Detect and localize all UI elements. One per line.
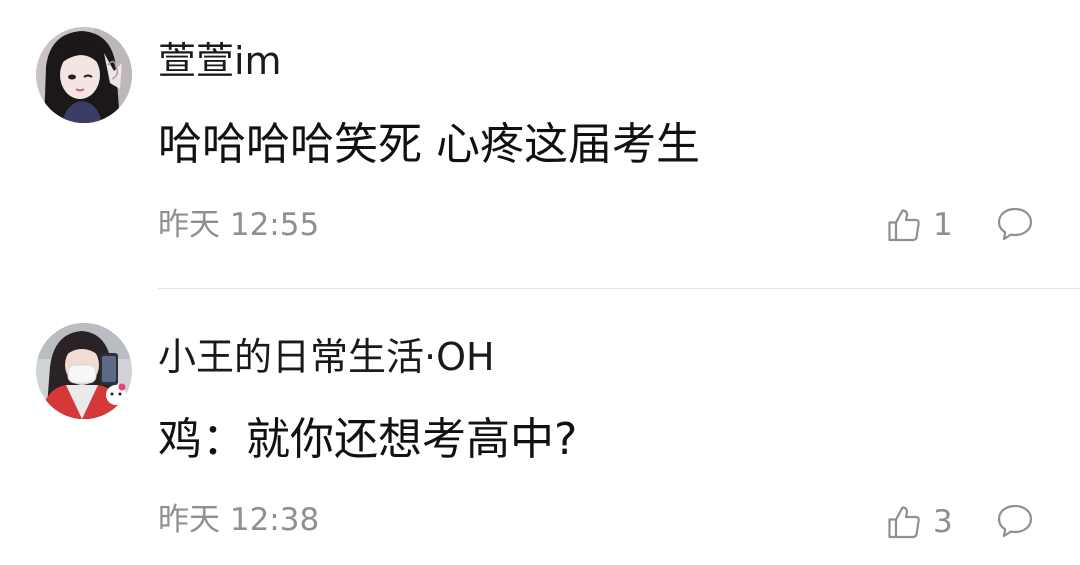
comment-timestamp: 昨天 12:55	[158, 207, 320, 243]
user-avatar[interactable]	[36, 323, 132, 419]
thumbs-up-icon	[888, 506, 920, 539]
username[interactable]: 萱萱im	[158, 38, 282, 84]
thumbs-up-icon	[888, 209, 920, 242]
username[interactable]: 小王的日常生活·OH	[158, 334, 495, 380]
comment-text: 鸡：就你还想考高中?	[158, 414, 578, 465]
comment-item: 萱萱im 哈哈哈哈笑死 心疼这届考生 昨天 12:55 1	[0, 0, 1080, 288]
like-button[interactable]: 3	[886, 502, 953, 542]
comment-bubble-icon[interactable]	[996, 502, 1034, 540]
avatar-girl-dark-hair-icon	[36, 27, 132, 123]
comment-timestamp: 昨天 12:38	[158, 502, 320, 538]
comment-item: 小王的日常生活·OH 鸡：就你还想考高中? 昨天 12:38 3	[0, 289, 1080, 565]
like-count: 1	[933, 207, 953, 243]
comment-bubble-icon[interactable]	[996, 205, 1034, 243]
like-count: 3	[933, 504, 953, 540]
user-avatar[interactable]	[36, 27, 132, 123]
avatar-girl-mask-icon	[36, 323, 132, 419]
like-button[interactable]: 1	[886, 205, 953, 245]
comment-text: 哈哈哈哈笑死 心疼这届考生	[158, 119, 700, 170]
